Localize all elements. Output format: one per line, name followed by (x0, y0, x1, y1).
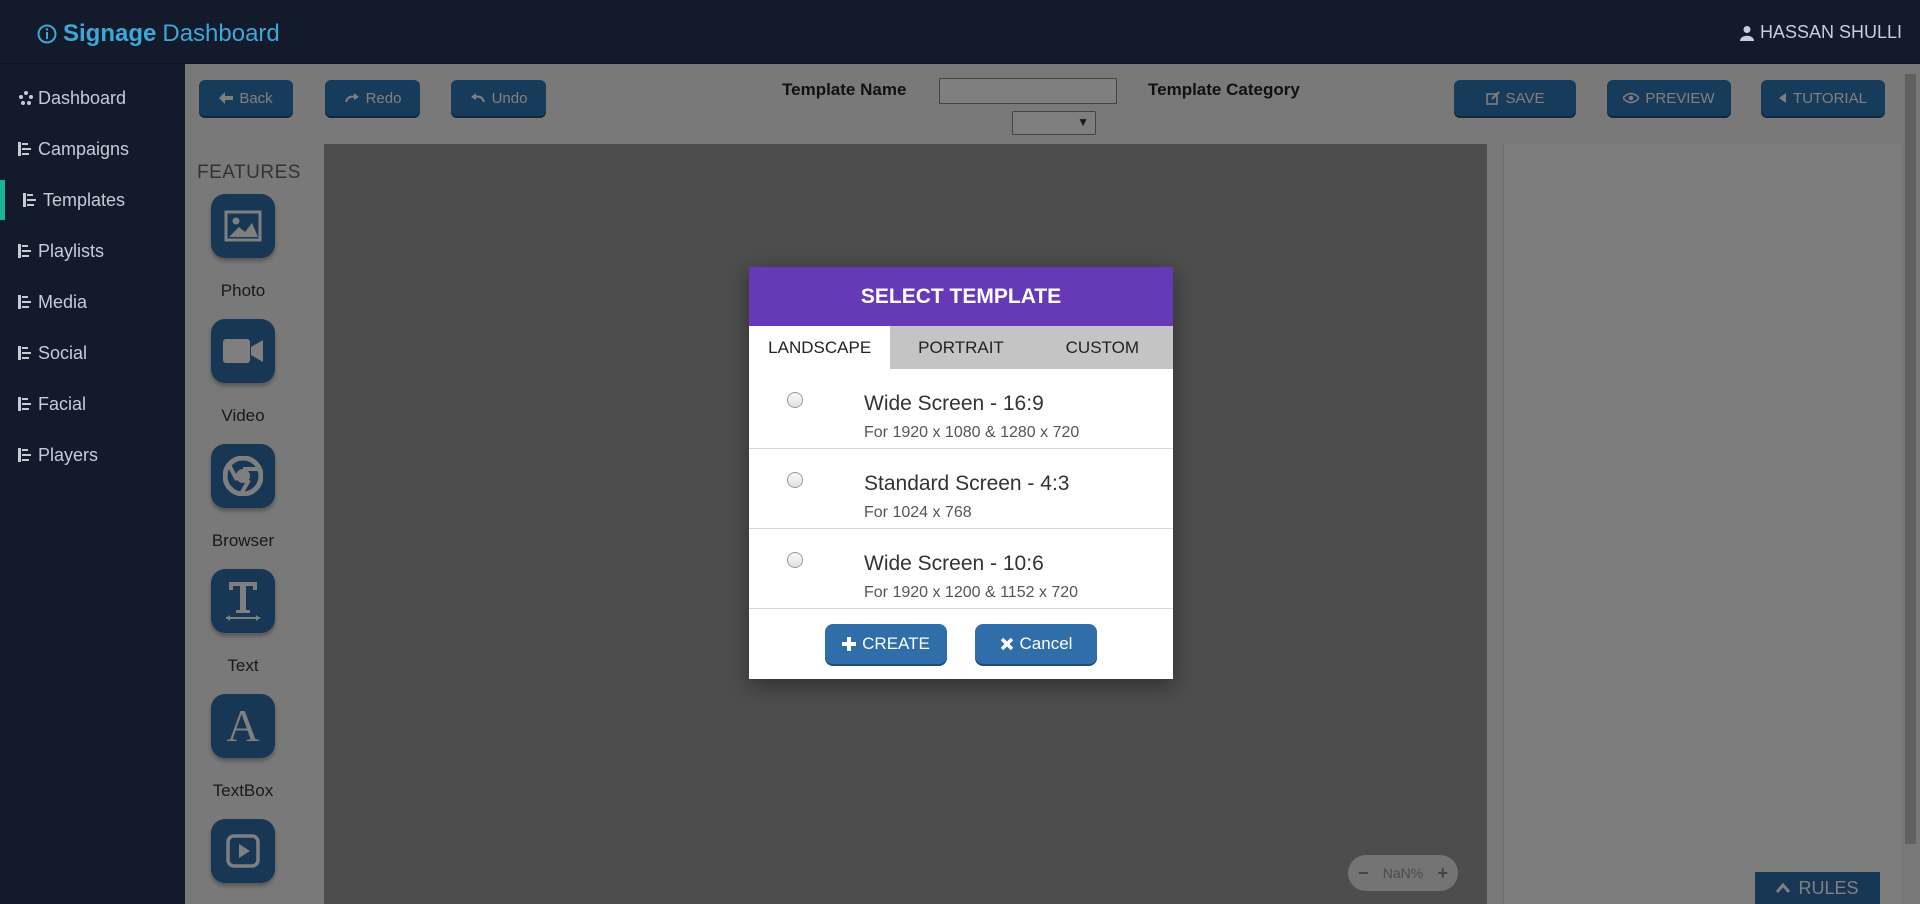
dialog-title: SELECT TEMPLATE (749, 267, 1173, 326)
radio-button[interactable] (787, 472, 803, 488)
top-bar: Signage Dashboard HASSAN SHULLI (0, 0, 1920, 64)
option-title: Standard Screen - 4:3 (864, 472, 1070, 495)
plus-icon (842, 637, 857, 651)
sidebar: Dashboard Campaigns Templates Playlists … (0, 64, 185, 904)
template-option-standard-4-3[interactable]: Standard Screen - 4:3 For 1024 x 768 (749, 449, 1173, 529)
template-options-list: Wide Screen - 16:9 For 1920 x 1080 & 128… (749, 369, 1173, 609)
user-name: HASSAN SHULLI (1759, 22, 1902, 42)
list-icon (18, 345, 38, 361)
sidebar-item-label: Campaigns (38, 138, 130, 159)
option-subtitle: For 1920 x 1080 & 1280 x 720 (864, 424, 1080, 441)
cancel-label: Cancel (1019, 634, 1073, 653)
user-icon (1739, 25, 1754, 41)
brand-name: Signage (63, 20, 157, 47)
option-title: Wide Screen - 10:6 (864, 552, 1044, 575)
sidebar-item-label: Templates (43, 189, 126, 210)
sidebar-item-dashboard[interactable]: Dashboard (0, 78, 185, 118)
create-label: CREATE (862, 634, 930, 653)
sidebar-item-label: Playlists (38, 240, 105, 261)
sidebar-item-campaigns[interactable]: Campaigns (0, 129, 185, 169)
list-icon (23, 192, 43, 208)
radio-button[interactable] (787, 392, 803, 408)
list-icon (18, 294, 38, 310)
sidebar-item-label: Dashboard (38, 87, 127, 108)
sidebar-item-label: Media (38, 291, 88, 312)
option-subtitle: For 1024 x 768 (864, 504, 972, 521)
list-icon (18, 447, 38, 463)
option-subtitle: For 1920 x 1200 & 1152 x 720 (864, 584, 1079, 601)
orientation-tabs: LANDSCAPE PORTRAIT CUSTOM (749, 326, 1173, 369)
list-icon (18, 396, 38, 412)
app-logo[interactable]: Signage Dashboard (37, 20, 280, 48)
option-title: Wide Screen - 16:9 (864, 392, 1044, 415)
sidebar-item-label: Facial (38, 393, 87, 414)
user-menu[interactable]: HASSAN SHULLI (1739, 22, 1902, 43)
tab-portrait[interactable]: PORTRAIT (890, 326, 1031, 369)
radio-button[interactable] (787, 552, 803, 568)
tab-landscape[interactable]: LANDSCAPE (749, 326, 891, 369)
select-template-dialog: SELECT TEMPLATE LANDSCAPE PORTRAIT CUSTO… (749, 267, 1173, 679)
sidebar-item-players[interactable]: Players (0, 435, 185, 475)
brand-subtitle: Dashboard (162, 20, 280, 47)
list-icon (18, 141, 38, 157)
tab-custom[interactable]: CUSTOM (1032, 326, 1173, 369)
sidebar-item-facial[interactable]: Facial (0, 384, 185, 424)
close-icon (1000, 637, 1013, 651)
cancel-button[interactable]: Cancel (975, 624, 1097, 664)
sidebar-item-label: Players (38, 444, 99, 465)
sidebar-item-label: Social (38, 342, 88, 363)
sidebar-item-templates[interactable]: Templates (0, 180, 185, 220)
list-icon (18, 243, 38, 259)
sidebar-item-social[interactable]: Social (0, 333, 185, 373)
sidebar-item-playlists[interactable]: Playlists (0, 231, 185, 271)
logo-icon (37, 24, 57, 44)
template-option-wide-10-6[interactable]: Wide Screen - 10:6 For 1920 x 1200 & 115… (749, 529, 1173, 609)
dashboard-icon (18, 90, 38, 106)
template-option-wide-16-9[interactable]: Wide Screen - 16:9 For 1920 x 1080 & 128… (749, 369, 1173, 449)
create-button[interactable]: CREATE (825, 624, 947, 664)
sidebar-item-media[interactable]: Media (0, 282, 185, 322)
dialog-footer: CREATE Cancel (749, 609, 1173, 679)
